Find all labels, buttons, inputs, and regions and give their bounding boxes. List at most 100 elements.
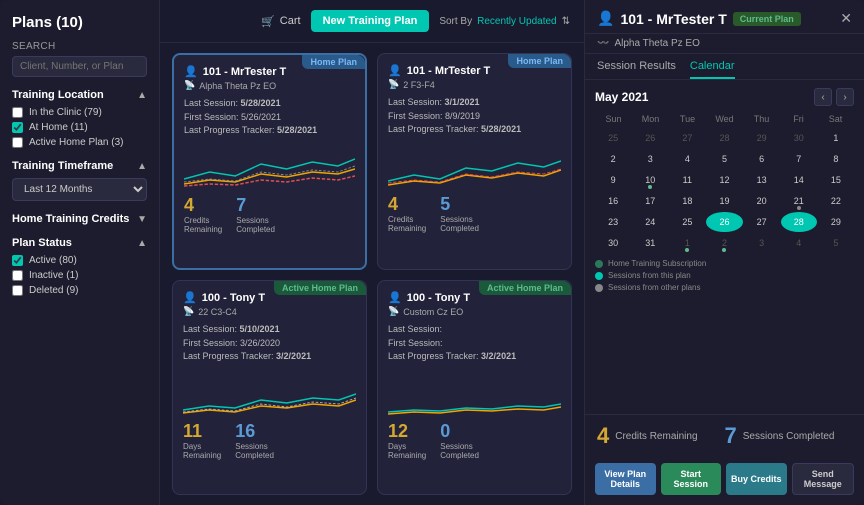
waveform-icon: 〰️ <box>597 38 609 49</box>
new-plan-button[interactable]: New Training Plan <box>311 10 430 32</box>
cal-day-3[interactable]: 3 <box>632 149 668 169</box>
credits-remaining-stat: 4 Credits Remaining <box>597 423 725 449</box>
view-plan-details-button[interactable]: View Plan Details <box>595 463 656 495</box>
day-thu: Thu <box>743 112 780 126</box>
cal-day-29[interactable]: 29 <box>818 212 854 232</box>
plan-status-header[interactable]: Plan Status ▲ <box>12 237 147 249</box>
deleted-status-item[interactable]: Deleted (9) <box>12 285 147 296</box>
cal-day-27[interactable]: 27 <box>744 212 780 232</box>
cal-day-11[interactable]: 11 <box>669 170 705 190</box>
cal-day-18[interactable]: 18 <box>669 191 705 211</box>
sort-section: Sort By Recently Updated ⇅ <box>439 16 570 27</box>
cal-day-20[interactable]: 20 <box>744 191 780 211</box>
cart-button[interactable]: 🛒 Cart <box>261 15 300 28</box>
training-location-section: Training Location ▲ In the Clinic (79) A… <box>12 89 147 148</box>
timeframe-header[interactable]: Training Timeframe ▲ <box>12 160 147 172</box>
cal-day-3-next[interactable]: 3 <box>744 233 780 253</box>
sort-icon[interactable]: ⇅ <box>562 16 570 27</box>
credits-section: Home Training Credits ▼ <box>12 213 147 225</box>
timeframe-select[interactable]: Last 12 Months Last 6 Months Last 3 Mont… <box>12 178 147 201</box>
cal-day-4[interactable]: 4 <box>669 149 705 169</box>
cal-day-10[interactable]: 10 <box>632 170 668 190</box>
cal-day-16[interactable]: 16 <box>595 191 631 211</box>
cal-day-2[interactable]: 2 <box>595 149 631 169</box>
stat-sessions-4: 0 SessionsCompleted <box>440 421 479 461</box>
next-month-button[interactable]: › <box>836 88 854 106</box>
sessions-completed-stat: 7 Sessions Completed <box>725 423 853 449</box>
inactive-status-checkbox[interactable] <box>12 270 23 281</box>
cal-day-21[interactable]: 21 <box>781 191 817 211</box>
stat-label-sessions-2: SessionsCompleted <box>440 215 479 234</box>
cal-day-1[interactable]: 1 <box>818 128 854 148</box>
cal-day-15[interactable]: 15 <box>818 170 854 190</box>
plan-card-1[interactable]: Home Plan 👤 101 - MrTester T 📡 Alpha The… <box>172 53 367 270</box>
cal-day-28-prev[interactable]: 28 <box>706 128 742 148</box>
legend-dot-other-plans <box>595 284 603 292</box>
send-message-button[interactable]: Send Message <box>792 463 855 495</box>
calendar-nav: ‹ › <box>814 88 854 106</box>
cal-day-7[interactable]: 7 <box>781 149 817 169</box>
training-location-header[interactable]: Training Location ▲ <box>12 89 147 101</box>
legend-label-subscription: Home Training Subscription <box>608 259 706 268</box>
buy-credits-button[interactable]: Buy Credits <box>726 463 787 495</box>
cal-day-30-prev[interactable]: 30 <box>781 128 817 148</box>
cal-day-26[interactable]: 26 <box>706 212 742 232</box>
stat-sessions-3: 16 SessionsCompleted <box>235 421 274 461</box>
close-button[interactable]: ✕ <box>840 10 852 27</box>
cal-day-6[interactable]: 6 <box>744 149 780 169</box>
prev-month-button[interactable]: ‹ <box>814 88 832 106</box>
cal-day-29-prev[interactable]: 29 <box>744 128 780 148</box>
plan-stats-4: 12 DaysRemaining 0 SessionsCompleted <box>388 421 561 461</box>
plan-sub-text-4: Custom Cz EO <box>403 307 463 317</box>
plan-dates-4: Last Session: First Session: Last Progre… <box>388 323 561 364</box>
plan-card-4[interactable]: Active Home Plan 👤 100 - Tony T 📡 Custom… <box>377 280 572 495</box>
cal-day-26-prev[interactable]: 26 <box>632 128 668 148</box>
cal-day-13[interactable]: 13 <box>744 170 780 190</box>
active-status-item[interactable]: Active (80) <box>12 255 147 266</box>
cal-day-14[interactable]: 14 <box>781 170 817 190</box>
tab-calendar[interactable]: Calendar <box>690 60 735 79</box>
cal-day-5[interactable]: 5 <box>706 149 742 169</box>
clinic-checkbox[interactable] <box>12 107 23 118</box>
cal-day-2-next[interactable]: 2 <box>706 233 742 253</box>
cal-day-1-next[interactable]: 1 <box>669 233 705 253</box>
active-home-checkbox[interactable] <box>12 137 23 148</box>
cal-day-22[interactable]: 22 <box>818 191 854 211</box>
plan-card-2[interactable]: Home Plan 👤 101 - MrTester T 📡 2 F3-F4 L… <box>377 53 572 270</box>
cal-day-17[interactable]: 17 <box>632 191 668 211</box>
cal-day-25[interactable]: 25 <box>669 212 705 232</box>
inactive-status-item[interactable]: Inactive (1) <box>12 270 147 281</box>
cal-day-23[interactable]: 23 <box>595 212 631 232</box>
plan-card-3[interactable]: Active Home Plan 👤 100 - Tony T 📡 22 C3-… <box>172 280 367 495</box>
search-input[interactable] <box>12 56 147 77</box>
legend-other-plans: Sessions from other plans <box>595 283 854 292</box>
active-status-checkbox[interactable] <box>12 255 23 266</box>
cal-day-25-prev[interactable]: 25 <box>595 128 631 148</box>
cal-day-12[interactable]: 12 <box>706 170 742 190</box>
home-checkbox-item[interactable]: At Home (11) <box>12 122 147 133</box>
cal-day-27-prev[interactable]: 27 <box>669 128 705 148</box>
clinic-checkbox-item[interactable]: In the Clinic (79) <box>12 107 147 118</box>
stat-label-sessions-3: SessionsCompleted <box>235 442 274 461</box>
cal-day-28[interactable]: 28 <box>781 212 817 232</box>
cal-day-30[interactable]: 30 <box>595 233 631 253</box>
legend-label-other-plans: Sessions from other plans <box>608 283 701 292</box>
app-container: Plans (10) Search Training Location ▲ In… <box>0 0 864 505</box>
active-home-label: Active Home Plan (3) <box>29 137 123 148</box>
cal-day-4-next[interactable]: 4 <box>781 233 817 253</box>
cal-day-24[interactable]: 24 <box>632 212 668 232</box>
cal-day-31[interactable]: 31 <box>632 233 668 253</box>
deleted-status-checkbox[interactable] <box>12 285 23 296</box>
calendar-month: May 2021 <box>595 90 648 104</box>
cal-day-5-next[interactable]: 5 <box>818 233 854 253</box>
cal-day-19[interactable]: 19 <box>706 191 742 211</box>
legend-dot-this-plan <box>595 272 603 280</box>
start-session-button[interactable]: Start Session <box>661 463 722 495</box>
active-home-checkbox-item[interactable]: Active Home Plan (3) <box>12 137 147 148</box>
stat-num-credits-2: 4 <box>388 194 426 215</box>
tab-session-results[interactable]: Session Results <box>597 60 676 79</box>
credits-header[interactable]: Home Training Credits ▼ <box>12 213 147 225</box>
home-checkbox[interactable] <box>12 122 23 133</box>
cal-day-8[interactable]: 8 <box>818 149 854 169</box>
cal-day-9[interactable]: 9 <box>595 170 631 190</box>
